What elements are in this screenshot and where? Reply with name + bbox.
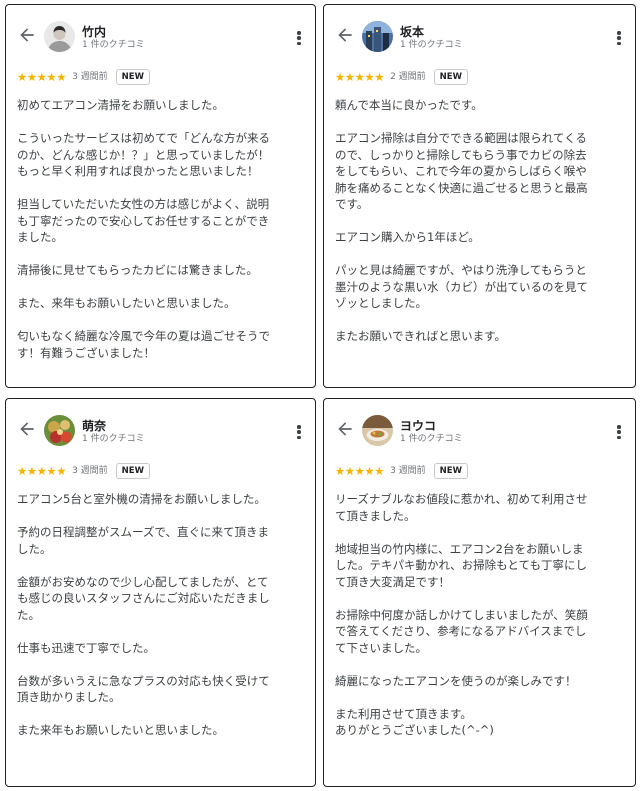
review-card: 萌奈 1 件のクチコミ ★★★★★ 3 週間前 NEW エアコン5台と室外機の清… (5, 398, 316, 787)
review-paragraph: リーズナブルなお値段に惹かれ、初めて利用させ て頂きました。 (335, 492, 588, 523)
arrow-left-icon[interactable] (17, 419, 37, 439)
review-paragraph: エアコン購入から1年ほど。 (335, 230, 480, 244)
review-paragraph: 台数が多いうえに急なプラスの対応も快く受けて 頂き助かりました。 (17, 673, 270, 705)
review-header: 坂本 1 件のクチコミ (324, 5, 635, 65)
arrow-left-icon[interactable] (335, 419, 355, 439)
avatar[interactable] (44, 21, 75, 52)
star-rating: ★★★★★ (17, 464, 67, 478)
review-paragraph: お掃除中何度か話しかけてしまいましたが、笑顔 で答えてくださり、参考になるアドバ… (335, 607, 588, 655)
review-meta: ★★★★★ 3 週間前 NEW (335, 462, 468, 480)
review-paragraph: 地域担当の竹内様に、エアコン2台をお願いしま した。テキパキ動かれ、お掃除もとて… (335, 541, 587, 589)
more-vert-icon[interactable] (617, 425, 621, 440)
review-meta: ★★★★★ 2 週間前 NEW (335, 68, 468, 86)
review-text: エアコン5台と室外機の清掃をお願いしました。 予約の日程調整がスムーズで、直ぐに… (17, 491, 270, 739)
review-count: 1 件のクチコミ (82, 40, 145, 50)
avatar[interactable] (44, 415, 75, 446)
review-paragraph: 予約の日程調整がスムーズで、直ぐに来て頂きま した。 (17, 525, 269, 556)
review-header: 萌奈 1 件のクチコミ (6, 399, 315, 459)
more-vert-icon[interactable] (297, 31, 301, 46)
new-badge: NEW (433, 69, 468, 85)
review-date: 3 週間前 (390, 465, 426, 476)
arrow-left-icon[interactable] (17, 25, 37, 45)
review-paragraph: また利用させて頂きます。 ありがとうございました(^-^) (335, 706, 494, 738)
arrow-left-icon[interactable] (335, 25, 355, 45)
review-card: 竹内 1 件のクチコミ ★★★★★ 3 週間前 NEW 初めてエアコン清掃をお願… (5, 4, 316, 388)
more-vert-icon[interactable] (297, 425, 301, 440)
review-header: ヨウコ 1 件のクチコミ (324, 399, 635, 459)
review-paragraph: 綺麗になったエアコンを使うのが楽しみです！ (335, 673, 577, 688)
review-paragraph: パッと見は綺麗ですが、やはり洗浄してもらうと 墨汁のような黒い水（カビ）が出てい… (335, 263, 588, 310)
new-badge: NEW (433, 463, 468, 479)
star-rating: ★★★★★ (335, 70, 385, 84)
review-header: 竹内 1 件のクチコミ (6, 5, 315, 65)
review-paragraph: 清掃後に見せてもらったカビには驚きました。 (17, 263, 258, 277)
review-paragraph: 頼んで本当に良かったです。 (335, 98, 483, 112)
review-date: 3 週間前 (72, 465, 108, 476)
review-paragraph: こういったサービスは初めてで「どんな方が来る のか、どんな感じか！？」と思ってい… (17, 131, 270, 178)
reviewer-name[interactable]: 竹内 (82, 25, 106, 39)
review-paragraph: 初めてエアコン清掃をお願いしました。 (17, 98, 224, 112)
star-rating: ★★★★★ (17, 70, 67, 84)
review-date: 3 週間前 (72, 71, 108, 82)
review-paragraph: 金額がお安めなので少し心配してましたが、とて も感じの良いスタッフさんにご対応い… (17, 574, 270, 622)
new-badge: NEW (115, 69, 150, 85)
review-paragraph: また、来年もお願いしたいと思いました。 (17, 296, 236, 310)
reviewer-name[interactable]: ヨウコ (400, 419, 436, 433)
review-paragraph: 担当していただいた女性の方は感じがよく、説明 も丁寧だったので安心してお任せする… (17, 197, 270, 244)
review-card: 坂本 1 件のクチコミ ★★★★★ 2 週間前 NEW 頼んで本当に良かったです… (323, 4, 636, 388)
review-paragraph: また来年もお願いしたいと思いました。 (17, 723, 224, 737)
reviewer-name[interactable]: 坂本 (400, 25, 424, 39)
review-count: 1 件のクチコミ (400, 40, 463, 50)
review-count: 1 件のクチコミ (400, 434, 463, 444)
review-paragraph: エアコン5台と室外機の清掃をお願いしました。 (17, 492, 266, 506)
review-text: 初めてエアコン清掃をお願いしました。 こういったサービスは初めてで「どんな方が来… (17, 97, 270, 361)
review-paragraph: 仕事も迅速で丁寧でした。 (17, 640, 155, 655)
review-meta: ★★★★★ 3 週間前 NEW (17, 68, 150, 86)
review-paragraph: またお願いできればと思います。 (335, 329, 507, 343)
review-text: 頼んで本当に良かったです。 エアコン掃除は自分でできる範囲は限られてくる ので、… (335, 97, 588, 345)
review-meta: ★★★★★ 3 週間前 NEW (17, 462, 150, 480)
star-rating: ★★★★★ (335, 464, 385, 478)
review-paragraph: 匂いもなく綺麗な冷風で今年の夏は過ごせそうで す！有難うございました！ (17, 329, 270, 360)
more-vert-icon[interactable] (617, 31, 621, 46)
review-text: リーズナブルなお値段に惹かれ、初めて利用させ て頂きました。 地域担当の竹内様に… (335, 491, 588, 739)
avatar[interactable] (362, 415, 393, 446)
review-card: ヨウコ 1 件のクチコミ ★★★★★ 3 週間前 NEW リーズナブルなお値段に… (323, 398, 636, 787)
review-date: 2 週間前 (390, 71, 426, 82)
review-paragraph: エアコン掃除は自分でできる範囲は限られてくる ので、しっかりと掃除してもらう事で… (335, 131, 588, 211)
review-count: 1 件のクチコミ (82, 434, 145, 444)
avatar[interactable] (362, 21, 393, 52)
new-badge: NEW (115, 463, 150, 479)
reviewer-name[interactable]: 萌奈 (82, 419, 106, 433)
